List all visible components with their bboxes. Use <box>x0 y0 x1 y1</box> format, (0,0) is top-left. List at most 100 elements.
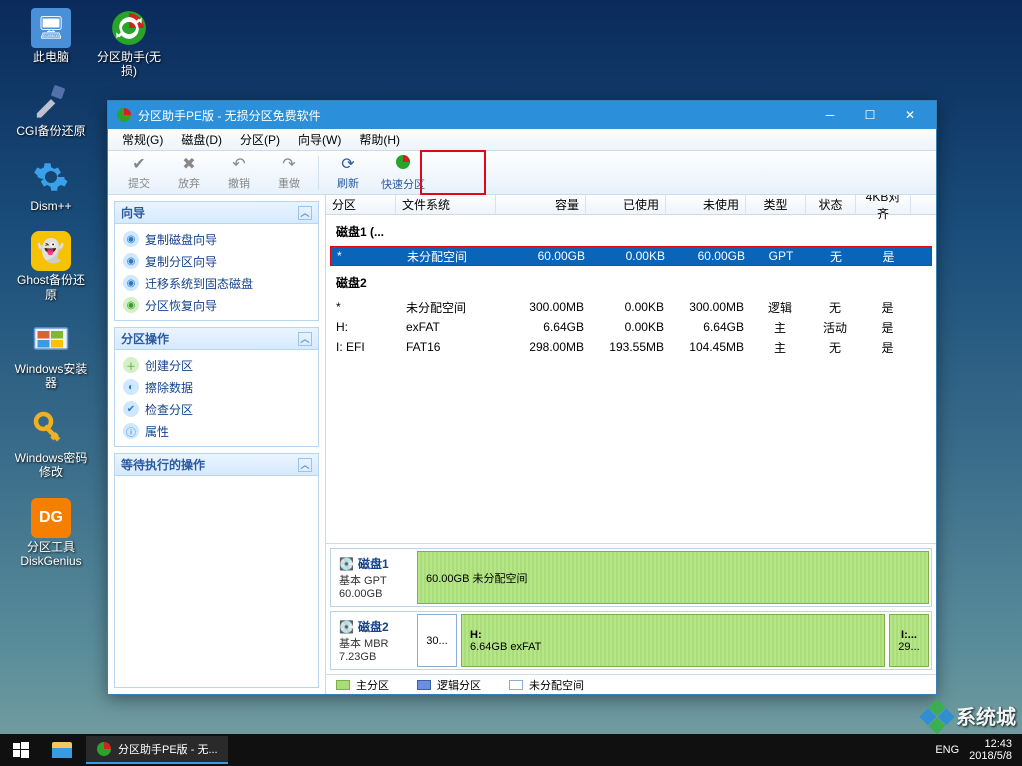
menu-partition[interactable]: 分区(P) <box>232 129 288 150</box>
close-button[interactable]: ✕ <box>890 104 930 126</box>
op-create[interactable]: ＋创建分区 <box>121 354 312 376</box>
wizard-recover[interactable]: ◉分区恢复向导 <box>121 294 312 316</box>
toolbar: ✔ 提交 ✖ 放弃 ↶ 撤销 ↷ 重做 ⟳ 刷新 快速分区 <box>108 151 936 195</box>
panel-wizard-header[interactable]: 向导 ︿ <box>115 202 318 224</box>
legend-primary-icon <box>336 680 350 690</box>
undo-icon: ↶ <box>232 154 245 174</box>
menu-wizard[interactable]: 向导(W) <box>290 129 349 150</box>
col-type[interactable]: 类型 <box>746 195 806 214</box>
toolbar-discard[interactable]: ✖ 放弃 <box>164 153 214 193</box>
toolbar-commit[interactable]: ✔ 提交 <box>114 153 164 193</box>
legend-unalloc-icon <box>509 680 523 690</box>
desktop-icons: 🖥 此电脑 CGI备份还原 Dism++ 👻 Ghost备份还原 Windows… <box>14 8 88 568</box>
app-window: 分区助手PE版 - 无损分区免费软件 ─ ☐ ✕ 常规(G) 磁盘(D) 分区(… <box>107 100 937 695</box>
desktop-icon-pc[interactable]: 🖥 此电脑 <box>14 8 88 64</box>
tray-lang[interactable]: ENG <box>935 744 959 756</box>
col-4k[interactable]: 4KB对齐 <box>856 195 911 214</box>
watermark-logo-icon <box>919 697 956 734</box>
panel-wizard: 向导 ︿ ◉复制磁盘向导 ◉复制分区向导 ◉迁移系统到固态磁盘 ◉分区恢复向导 <box>114 201 319 321</box>
toolbar-redo[interactable]: ↷ 重做 <box>264 153 314 193</box>
disk-graphs: 💽磁盘1 基本 GPT 60.00GB 60.00GB 未分配空间 💽磁盘2 基… <box>326 543 936 674</box>
disk2-title: 磁盘2 <box>326 266 936 297</box>
legend-logical-icon <box>417 680 431 690</box>
menu-general[interactable]: 常规(G) <box>114 129 171 150</box>
start-button[interactable] <box>0 734 42 766</box>
panel-pending: 等待执行的操作 ︿ <box>114 453 319 688</box>
info-icon: ⓘ <box>123 423 139 439</box>
disk1-unalloc-segment[interactable]: 60.00GB 未分配空间 <box>417 551 929 604</box>
desktop-icon-dism[interactable]: Dism++ <box>14 157 88 213</box>
col-filesystem[interactable]: 文件系统 <box>396 195 496 214</box>
desktop-icon-winpw[interactable]: Windows密码修改 <box>14 409 88 480</box>
table-row[interactable]: H: exFAT 6.64GB 0.00KB 6.64GB 主 活动 是 <box>330 317 932 337</box>
menu-help[interactable]: 帮助(H) <box>351 129 408 150</box>
highlight-box <box>420 150 486 195</box>
check-icon: ✔ <box>123 401 139 417</box>
desktop-icon-wininstall[interactable]: Windows安装器 <box>14 320 88 391</box>
panel-pending-header[interactable]: 等待执行的操作 ︿ <box>115 454 318 476</box>
tray-clock[interactable]: 12:43 2018/5/8 <box>969 738 1012 762</box>
op-check[interactable]: ✔检查分区 <box>121 398 312 420</box>
plus-icon: ＋ <box>123 357 139 373</box>
disk2-unalloc-segment[interactable]: 30... <box>417 614 457 667</box>
menubar: 常规(G) 磁盘(D) 分区(P) 向导(W) 帮助(H) <box>108 129 936 151</box>
desktop-icon-cgi[interactable]: CGI备份还原 <box>14 82 88 138</box>
chevron-up-icon[interactable]: ︿ <box>298 206 312 220</box>
shield-icon: ◉ <box>123 231 139 247</box>
key-icon <box>31 409 71 449</box>
col-used[interactable]: 已使用 <box>586 195 666 214</box>
refresh-icon <box>109 8 149 48</box>
disk1-title: 磁盘1 (... <box>326 215 936 246</box>
monitor-icon: 🖥 <box>31 8 71 48</box>
op-wipe[interactable]: ◐擦除数据 <box>121 376 312 398</box>
disk1-graph[interactable]: 💽磁盘1 基本 GPT 60.00GB 60.00GB 未分配空间 <box>330 548 932 607</box>
system-tray: ENG 12:43 2018/5/8 <box>925 738 1022 762</box>
desktop-icon-ghost[interactable]: 👻 Ghost备份还原 <box>14 231 88 302</box>
toolbar-undo[interactable]: ↶ 撤销 <box>214 153 264 193</box>
minimize-button[interactable]: ─ <box>810 104 850 126</box>
disk-icon: 💽 <box>339 620 354 634</box>
col-partition[interactable]: 分区 <box>326 195 396 214</box>
main-content: 分区 文件系统 容量 已使用 未使用 类型 状态 4KB对齐 磁盘1 (... … <box>326 195 936 694</box>
shield-icon: ◉ <box>123 275 139 291</box>
wizard-migrate-ssd[interactable]: ◉迁移系统到固态磁盘 <box>121 272 312 294</box>
shield-icon: ◉ <box>123 253 139 269</box>
col-status[interactable]: 状态 <box>806 195 856 214</box>
folder-icon <box>52 742 72 758</box>
panel-operations: 分区操作 ︿ ＋创建分区 ◐擦除数据 ✔检查分区 ⓘ属性 <box>114 327 319 447</box>
disk-icon: DG <box>31 498 71 538</box>
table-row[interactable]: I: EFI FAT16 298.00MB 193.55MB 104.45MB … <box>330 337 932 357</box>
refresh-icon: ⟳ <box>341 154 354 174</box>
chevron-up-icon[interactable]: ︿ <box>298 458 312 472</box>
partition-table-header: 分区 文件系统 容量 已使用 未使用 类型 状态 4KB对齐 <box>326 195 936 215</box>
chevron-up-icon[interactable]: ︿ <box>298 332 312 346</box>
panel-operations-header[interactable]: 分区操作 ︿ <box>115 328 318 350</box>
disk2-h-segment[interactable]: H: 6.64GB exFAT <box>461 614 885 667</box>
app-icon <box>116 107 132 123</box>
table-row[interactable]: * 未分配空间 300.00MB 0.00KB 300.00MB 逻辑 无 是 <box>330 297 932 317</box>
col-capacity[interactable]: 容量 <box>496 195 586 214</box>
table-row-disk1-unalloc[interactable]: * 未分配空间 60.00GB 0.00KB 60.00GB GPT 无 是 <box>330 246 932 266</box>
legend: 主分区 逻辑分区 未分配空间 <box>326 674 936 694</box>
check-icon: ✔ <box>132 154 145 174</box>
titlebar[interactable]: 分区助手PE版 - 无损分区免费软件 ─ ☐ ✕ <box>108 101 936 129</box>
toolbar-refresh[interactable]: ⟳ 刷新 <box>323 153 373 193</box>
wizard-copy-disk[interactable]: ◉复制磁盘向导 <box>121 228 312 250</box>
desktop-icon-diskgenius[interactable]: DG 分区工具DiskGenius <box>14 498 88 569</box>
taskbar-app[interactable]: 分区助手PE版 - 无... <box>86 736 228 764</box>
disk2-graph[interactable]: 💽磁盘2 基本 MBR 7.23GB 30... H: 6.64GB exFAT… <box>330 611 932 670</box>
redo-icon: ↷ <box>282 154 295 174</box>
hammer-icon <box>31 82 71 122</box>
taskbar-explorer[interactable] <box>42 734 82 766</box>
op-prop[interactable]: ⓘ属性 <box>121 420 312 442</box>
menu-disk[interactable]: 磁盘(D) <box>173 129 230 150</box>
maximize-button[interactable]: ☐ <box>850 104 890 126</box>
x-icon: ✖ <box>182 154 195 174</box>
partition-table: 磁盘1 (... * 未分配空间 60.00GB 0.00KB 60.00GB … <box>326 215 936 543</box>
ghost-icon: 👻 <box>31 231 71 271</box>
disk2-i-segment[interactable]: I:... 29... <box>889 614 929 667</box>
wizard-copy-partition[interactable]: ◉复制分区向导 <box>121 250 312 272</box>
col-unused[interactable]: 未使用 <box>666 195 746 214</box>
left-sidebar: 向导 ︿ ◉复制磁盘向导 ◉复制分区向导 ◉迁移系统到固态磁盘 ◉分区恢复向导 … <box>108 195 326 694</box>
desktop-icon-paragon[interactable]: 分区助手(无损) <box>92 8 166 79</box>
